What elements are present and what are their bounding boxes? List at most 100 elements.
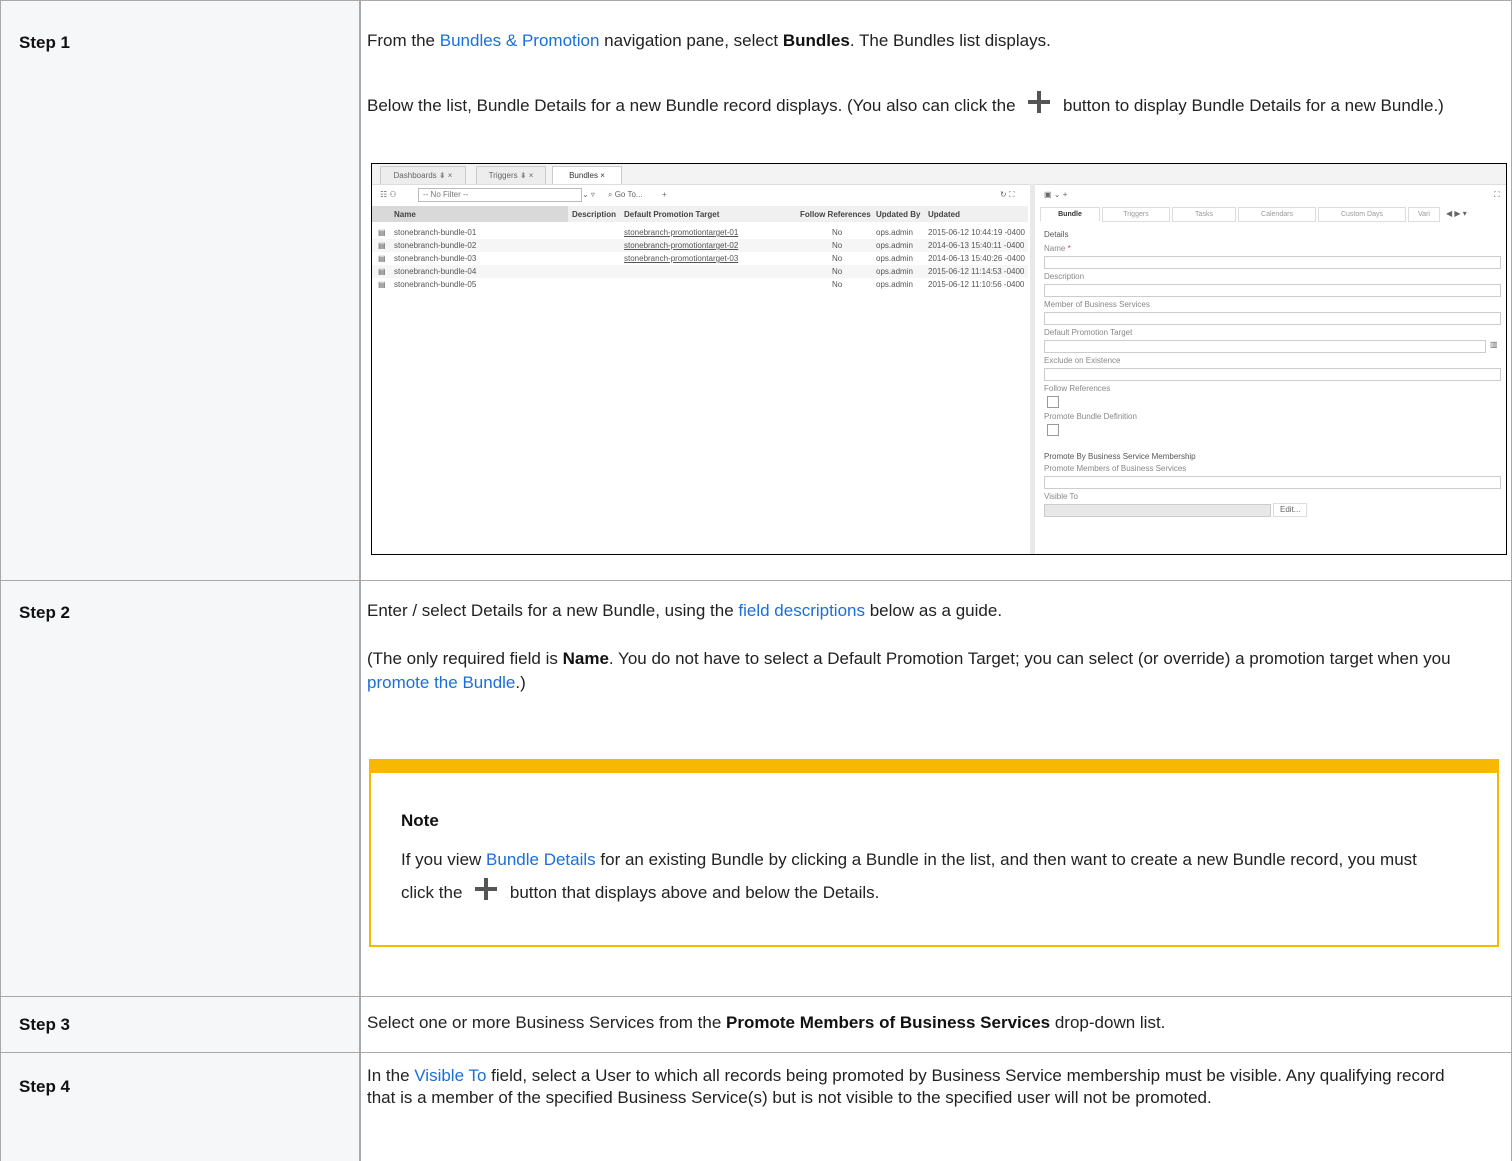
table-row[interactable]: ▤ stonebranch-bundle-03 stonebranch-promot… — [372, 252, 1028, 265]
detail-tab-bundle[interactable]: Bundle — [1040, 207, 1100, 221]
step-1-paragraph-1: From the Bundles & Promotion navigation … — [367, 29, 1497, 53]
promote-members-select[interactable] — [1044, 476, 1501, 489]
filter-select[interactable]: -- No Filter -- — [418, 188, 582, 202]
promote-def-checkbox[interactable] — [1047, 424, 1059, 436]
col-target[interactable]: Default Promotion Target — [624, 208, 719, 222]
details-heading: Details — [1044, 230, 1069, 239]
text: Enter / select Details for a new Bundle,… — [367, 601, 739, 620]
step-4-label-cell: Step 4 — [1, 1053, 361, 1161]
step-3-label-cell: Step 3 — [1, 997, 361, 1053]
cell: 2014-06-13 15:40:26 -0400 — [928, 254, 1025, 263]
text: . The Bundles list displays. — [849, 31, 1051, 50]
target-select[interactable] — [1044, 340, 1486, 353]
cell: 2015-06-12 10:44:19 -0400 — [928, 228, 1025, 237]
visible-to-label: Visible To — [1044, 492, 1078, 501]
cell: No — [832, 267, 843, 276]
cell: stonebranch-promotiontarget-01 — [624, 228, 739, 237]
bundles-screenshot: Dashboards ⇟ × Triggers ⇟ × Bundles × ☷ … — [371, 163, 1507, 555]
details-toolbar[interactable]: ▣ ⌄ + — [1044, 188, 1067, 202]
details-icon[interactable]: ▥ — [1490, 338, 1498, 352]
cell: stonebranch-bundle-01 — [394, 228, 477, 237]
table-row[interactable]: ▤ stonebranch-bundle-04 No ops.admin 2015-06… — [372, 265, 1028, 278]
text: button to display Bundle Details for a n… — [1058, 96, 1444, 115]
exclude-select[interactable] — [1044, 368, 1501, 381]
cell: 2014-06-13 15:40:11 -0400 — [928, 241, 1025, 250]
step-3-row: Step 3 Select one or more Business Servi… — [0, 996, 1512, 1053]
bundle-details-link[interactable]: Bundle Details — [486, 850, 596, 869]
visible-to-field[interactable] — [1044, 504, 1271, 517]
text: . You do not have to select a Default Pr… — [608, 649, 1451, 668]
detail-tab-calendars[interactable]: Calendars — [1238, 207, 1316, 222]
text: button that displays above and below the… — [505, 883, 880, 902]
step-2-content: Enter / select Details for a new Bundle,… — [361, 581, 1511, 997]
detail-tab-tasks[interactable]: Tasks — [1172, 207, 1236, 222]
description-label: Description — [1044, 272, 1085, 281]
cell: No — [832, 228, 843, 237]
col-updated-by[interactable]: Updated By — [876, 208, 920, 222]
step-1-row: Step 1 From the Bundles & Promotion navi… — [0, 0, 1512, 581]
step-label: Step 2 — [19, 603, 71, 622]
note-box: Note If you view Bundle Details for an e… — [369, 759, 1499, 947]
cell: ops.admin — [876, 267, 913, 276]
promote-def-label: Promote Bundle Definition — [1044, 412, 1137, 421]
text: If you view — [401, 850, 487, 869]
col-description[interactable]: Description — [572, 208, 616, 222]
cell: stonebranch-promotiontarget-03 — [624, 254, 739, 263]
label-text: Name — [1044, 244, 1066, 253]
step-2-paragraph-1: Enter / select Details for a new Bundle,… — [367, 599, 1497, 623]
text: below as a guide. — [865, 601, 1003, 620]
promote-bundle-link[interactable]: promote the Bundle — [367, 673, 515, 692]
refresh-icon[interactable]: ↻ ⛶ — [1000, 188, 1015, 202]
name-field[interactable] — [1044, 256, 1501, 269]
edit-button[interactable]: Edit... — [1273, 503, 1308, 517]
table-row[interactable]: ▤ stonebranch-bundle-01 stonebranch-promot… — [372, 226, 1028, 239]
cell: ops.admin — [876, 254, 913, 263]
tab-label: Bundles — [569, 171, 598, 180]
tab-triggers[interactable]: Triggers ⇟ × — [476, 166, 546, 184]
detail-tab-custom-days[interactable]: Custom Days — [1318, 207, 1406, 222]
step-2-label-cell: Step 2 — [1, 581, 361, 997]
col-follow[interactable]: Follow References — [800, 208, 871, 222]
tab-scroll-icons[interactable]: ◀ ▶ ▾ — [1446, 207, 1467, 221]
text: Below the list, Bundle Details for a new… — [367, 96, 1021, 115]
add-icon[interactable]: + — [662, 188, 667, 202]
table-row[interactable]: ▤ stonebranch-bundle-02 stonebranch-promot… — [372, 239, 1028, 252]
toolbar-icons[interactable]: ☷ ⚇ — [380, 188, 397, 202]
expand-icon[interactable]: ⛶ — [1494, 188, 1500, 202]
step-label: Step 3 — [19, 1015, 71, 1034]
field-descriptions-link[interactable]: field descriptions — [738, 601, 865, 620]
cell: 2015-06-12 11:10:56 -0400 — [928, 280, 1025, 289]
tab-dashboards[interactable]: Dashboards ⇟ × — [380, 166, 466, 184]
tab-bundles[interactable]: Bundles × — [552, 166, 622, 184]
visible-to-link[interactable]: Visible To — [414, 1066, 486, 1085]
plus-icon — [473, 876, 499, 902]
promote-members-label: Promote Members of Business Services — [1044, 464, 1187, 473]
cell: stonebranch-bundle-02 — [394, 241, 477, 250]
text: field, select a User to which all record… — [367, 1066, 1445, 1107]
exclude-label: Exclude on Existence — [1044, 356, 1121, 365]
cell: stonebranch-bundle-05 — [394, 280, 477, 289]
goto-label: Go To... — [614, 190, 643, 199]
cell: No — [832, 254, 843, 263]
step-1-label-cell: Step 1 — [1, 1, 361, 581]
cell: No — [832, 280, 843, 289]
description-field[interactable] — [1044, 284, 1501, 297]
table-row[interactable]: ▤ stonebranch-bundle-05 No ops.admin 2015-06… — [372, 278, 1028, 291]
target-label: Default Promotion Target — [1044, 328, 1133, 337]
bundles-promotion-link[interactable]: Bundles & Promotion — [440, 31, 600, 50]
member-label: Member of Business Services — [1044, 300, 1150, 309]
pane-splitter[interactable] — [1030, 184, 1035, 554]
cell: stonebranch-bundle-03 — [394, 254, 477, 263]
text: drop-down list. — [1050, 1013, 1166, 1032]
detail-tab-variables[interactable]: Vari — [1408, 207, 1440, 222]
step-2-paragraph-2: (The only required field is Name. You do… — [367, 647, 1477, 695]
follow-checkbox[interactable] — [1047, 396, 1059, 408]
filter-icon[interactable]: ⌄ ▿ — [582, 188, 595, 202]
col-updated[interactable]: Updated — [928, 208, 960, 222]
goto-button[interactable]: ⌕ Go To... — [608, 188, 643, 202]
step-label: Step 1 — [19, 33, 71, 52]
detail-tab-triggers[interactable]: Triggers — [1102, 207, 1170, 222]
col-name[interactable]: Name — [394, 208, 416, 222]
member-select[interactable] — [1044, 312, 1501, 325]
step-4-row: Step 4 In the Visible To field, select a… — [0, 1052, 1512, 1161]
